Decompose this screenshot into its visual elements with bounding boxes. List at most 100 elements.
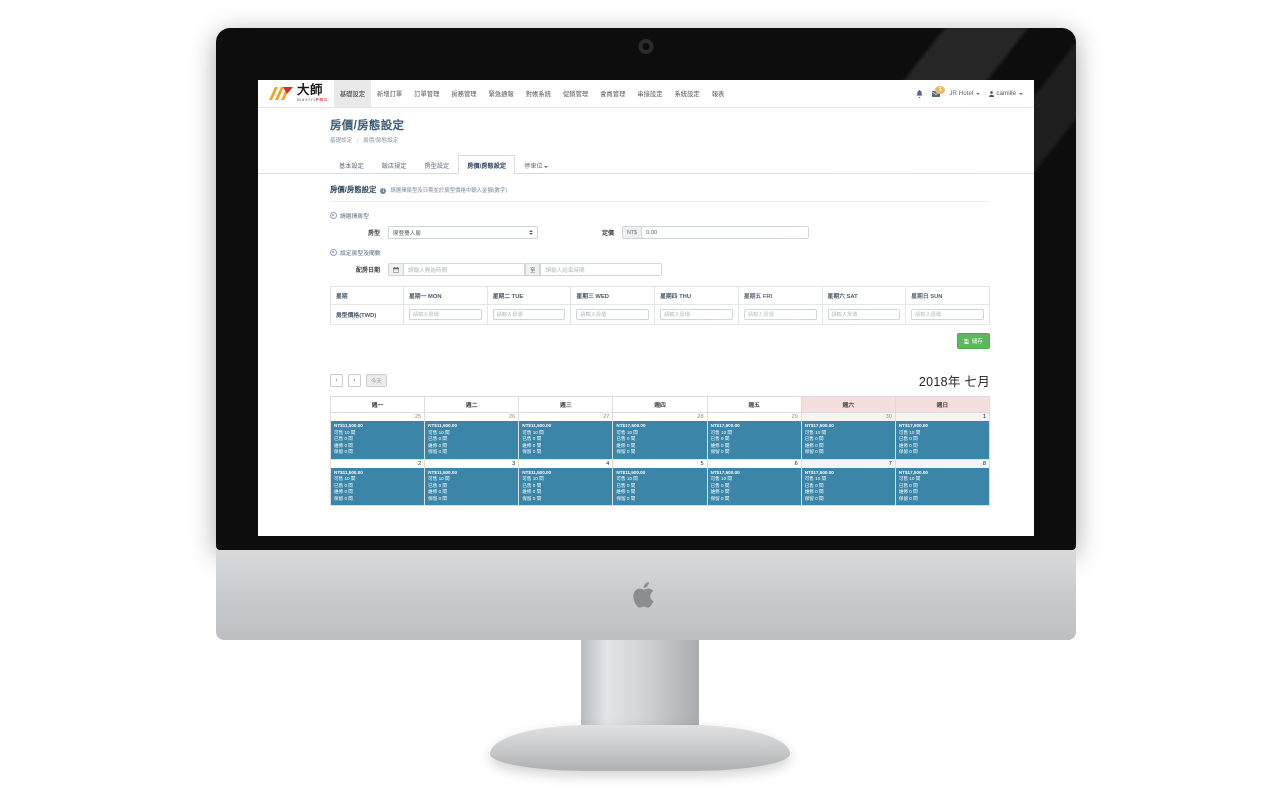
calendar-week-row: 25 NT$11,500.00 可售 10 間已售 0 間維修 0 間保留 0 間2… bbox=[329, 412, 991, 460]
cell-sat: 請輸入房價 bbox=[821, 304, 907, 325]
calendar-body: 25 NT$11,500.00 可售 10 間已售 0 間維修 0 間保留 0 間2… bbox=[329, 412, 991, 507]
calendar-rate-event[interactable]: NT$17,500.00 可售 10 間已售 0 間維修 0 間保留 0 間 bbox=[801, 421, 895, 459]
nav-item-reports[interactable]: 報表 bbox=[706, 80, 731, 107]
calendar-day-cell[interactable]: 27 NT$11,500.00 可售 10 間已售 0 間維修 0 間保留 0 間 bbox=[518, 412, 614, 460]
save-button[interactable]: 儲存 bbox=[957, 333, 990, 349]
rate-calendar: ‹ › 今天 2018年 七月 週一 週二 週三 週四 週五 週六 週日 25 … bbox=[329, 371, 991, 507]
save-button-label: 儲存 bbox=[971, 339, 983, 345]
nav-item-promotion[interactable]: 促銷管理 bbox=[557, 80, 594, 107]
event-hold: 保留 0 間 bbox=[710, 495, 730, 501]
calendar-rate-event[interactable]: NT$11,500.00 可售 10 間已售 0 間維修 0 間保留 0 間 bbox=[425, 467, 519, 506]
calendar-rate-event[interactable]: NT$17,500.00 可售 10 間已售 0 間維修 0 間保留 0 間 bbox=[801, 467, 895, 506]
calendar-day-cell[interactable]: 29 NT$17,500.00 可售 10 間已售 0 間維修 0 間保留 0 間 bbox=[706, 412, 802, 460]
col-header-tue: 星期二 TUE bbox=[486, 286, 572, 305]
event-hold: 保留 0 間 bbox=[898, 495, 918, 501]
calendar-day-cell[interactable]: 5 NT$11,500.00 可售 10 間已售 0 間維修 0 間保留 0 間 bbox=[612, 458, 708, 507]
price-input-sun[interactable]: 請輸入房價 bbox=[911, 309, 984, 320]
event-hold: 保留 0 間 bbox=[522, 495, 542, 501]
tab-roomtype-settings[interactable]: 房型設定 bbox=[416, 155, 459, 174]
webcam-icon bbox=[638, 39, 654, 54]
calendar-day-cell[interactable]: 25 NT$11,500.00 可售 10 間已售 0 間維修 0 間保留 0 間 bbox=[329, 412, 426, 460]
nav-item-new-order[interactable]: 新增訂單 bbox=[371, 80, 408, 107]
date-end-input[interactable]: 請輸入結束時間 bbox=[540, 263, 663, 276]
calendar-rate-event[interactable]: NT$17,500.00 可售 10 間已售 0 間維修 0 間保留 0 間 bbox=[707, 421, 801, 459]
calendar-day-cell[interactable]: 6 NT$17,500.00 可售 10 間已售 0 間維修 0 間保留 0 間 bbox=[706, 458, 802, 507]
calendar-rate-event[interactable]: NT$11,500.00 可售 10 間已售 0 間維修 0 間保留 0 間 bbox=[519, 421, 613, 459]
today-button[interactable]: 今天 bbox=[366, 374, 387, 387]
calendar-day-cell[interactable]: 7 NT$17,500.00 可售 10 間已售 0 間維修 0 間保留 0 間 bbox=[800, 458, 896, 507]
calendar-rate-event[interactable]: NT$11,500.00 可售 10 間已售 0 間維修 0 間保留 0 間 bbox=[613, 467, 707, 506]
price-input-fri[interactable]: 請輸入房價 bbox=[743, 309, 817, 320]
table-row: 房型價格(TWD) 請輸入房價 請輸入房價 請輸入房價 請輸入房價 請輸入房價 … bbox=[330, 304, 990, 325]
calendar-rate-event[interactable]: NT$17,500.00 可售 10 間已售 0 間維修 0 間保留 0 間 bbox=[613, 421, 707, 459]
table-header-row: 星期 星期一 MON 星期二 TUE 星期三 WED 星期四 THU 星期五 F… bbox=[330, 286, 990, 305]
price-input-wed[interactable]: 請輸入房價 bbox=[576, 309, 650, 320]
breadcrumb-parent[interactable]: 基礎設定 bbox=[330, 138, 352, 144]
chevron-right-icon[interactable]: › bbox=[348, 374, 361, 387]
brand-logo[interactable]: 大師 mastriPMS bbox=[258, 80, 334, 107]
date-start-input[interactable]: 請輸入開始時間 bbox=[403, 263, 525, 276]
calendar-day-cell[interactable]: 28 NT$17,500.00 可售 10 間已售 0 間維修 0 間保留 0 間 bbox=[612, 412, 708, 460]
chevron-down-icon bbox=[543, 166, 548, 168]
nav-item-housekeeping[interactable]: 房務管理 bbox=[445, 80, 482, 107]
page-header: 房價/房態設定 基礎設定 / 房價/房態設定 bbox=[258, 108, 1034, 149]
calendar-grid: 週一 週二 週三 週四 週五 週六 週日 25 NT$11,500.00 可售 10… bbox=[329, 396, 991, 507]
list-price-input[interactable]: 0.00 bbox=[641, 226, 810, 239]
col-header-weekday: 星期 bbox=[330, 286, 404, 305]
cell-thu: 請輸入房價 bbox=[654, 304, 739, 325]
brand-name-cn: 大師 bbox=[297, 83, 324, 98]
tab-parking[interactable]: 停車位 bbox=[515, 155, 557, 174]
calendar-day-cell[interactable]: 1 NT$17,500.00 可售 10 間已售 0 間維修 0 間保留 0 間 bbox=[894, 412, 991, 460]
imac-display-bezel: 大師 mastriPMS 基礎設定 新增訂單 訂單管理 房務管理 緊急通報 對帳… bbox=[216, 28, 1076, 550]
nav-item-basic-settings[interactable]: 基礎設定 bbox=[333, 80, 371, 107]
nav-item-reconciliation[interactable]: 對帳系統 bbox=[520, 80, 557, 107]
event-hold: 保留 0 間 bbox=[428, 449, 448, 455]
weekday-wed: 週三 bbox=[518, 396, 614, 413]
calendar-icon[interactable] bbox=[388, 263, 403, 276]
section-select-roomtype: 請選擇房型 房型 摩登雙人房 定價 NT$ 0.00 bbox=[330, 211, 990, 239]
spinner-icon bbox=[529, 230, 533, 235]
user-icon bbox=[989, 90, 995, 97]
price-input-tue[interactable]: 請輸入房價 bbox=[492, 309, 566, 320]
calendar-rate-event[interactable]: NT$17,500.00 可售 10 間已售 0 間維修 0 間保留 0 間 bbox=[895, 467, 989, 506]
calendar-rate-event[interactable]: NT$11,500.00 可售 10 間已售 0 間維修 0 間保留 0 間 bbox=[519, 467, 613, 506]
tab-hotel-rules[interactable]: 飯店規定 bbox=[373, 155, 416, 174]
hotel-selector[interactable]: JR Hotel bbox=[949, 90, 981, 97]
list-price-label: 定價 bbox=[601, 231, 614, 237]
nav-item-member[interactable]: 會員管理 bbox=[594, 80, 631, 107]
calendar-rate-event[interactable]: NT$11,500.00 可售 10 間已售 0 間維修 0 間保留 0 間 bbox=[331, 421, 425, 459]
calendar-day-number: 5 bbox=[700, 460, 704, 467]
screenshot-stage: 大師 mastriPMS 基礎設定 新增訂單 訂單管理 房務管理 緊急通報 對帳… bbox=[0, 0, 1280, 800]
calendar-rate-event[interactable]: NT$11,500.00 可售 10 間已售 0 間維修 0 間保留 0 間 bbox=[425, 421, 519, 459]
calendar-day-number: 4 bbox=[606, 460, 610, 467]
calendar-day-cell[interactable]: 8 NT$17,500.00 可售 10 間已售 0 間維修 0 間保留 0 間 bbox=[894, 458, 991, 507]
envelope-icon[interactable]: 3 bbox=[932, 85, 946, 97]
user-menu[interactable]: camille bbox=[989, 90, 1023, 97]
chevron-left-icon[interactable]: ‹ bbox=[330, 374, 343, 387]
calendar-day-cell[interactable]: 30 NT$17,500.00 可售 10 間已售 0 間維修 0 間保留 0 間 bbox=[800, 412, 896, 460]
price-input-mon[interactable]: 請輸入房價 bbox=[409, 309, 482, 320]
calendar-rate-event[interactable]: NT$11,500.00 可售 10 間已售 0 間維修 0 間保留 0 間 bbox=[331, 467, 425, 506]
hotel-name: JR Hotel bbox=[949, 90, 974, 97]
price-input-sat[interactable]: 請輸入房價 bbox=[827, 309, 901, 320]
calendar-day-cell[interactable]: 26 NT$11,500.00 可售 10 間已售 0 間維修 0 間保留 0 間 bbox=[424, 412, 520, 460]
tab-rate-status-settings[interactable]: 房價/房態設定 bbox=[458, 155, 516, 174]
nav-item-integration[interactable]: 串接設定 bbox=[631, 80, 668, 107]
tab-basic-settings[interactable]: 基本設定 bbox=[330, 155, 373, 174]
calendar-day-cell[interactable]: 4 NT$11,500.00 可售 10 間已售 0 間維修 0 間保留 0 間 bbox=[518, 458, 614, 507]
price-input-thu[interactable]: 請輸入房價 bbox=[660, 309, 733, 320]
roomtype-select[interactable]: 摩登雙人房 bbox=[388, 226, 538, 239]
cell-mon: 請輸入房價 bbox=[403, 304, 488, 325]
calendar-rate-event[interactable]: NT$17,500.00 可售 10 間已售 0 間維修 0 間保留 0 間 bbox=[895, 421, 989, 459]
nav-item-order-management[interactable]: 訂單管理 bbox=[408, 80, 445, 107]
nav-item-emergency[interactable]: 緊急通報 bbox=[483, 80, 520, 107]
bell-icon[interactable] bbox=[916, 89, 923, 98]
save-row: 儲存 bbox=[330, 333, 990, 349]
calendar-day-number: 26 bbox=[509, 414, 516, 420]
date-range-row: 配房日期 請輸入開始時間 至 請輸入結束時間 bbox=[330, 263, 990, 276]
calendar-day-cell[interactable]: 3 NT$11,500.00 可售 10 間已售 0 間維修 0 間保留 0 間 bbox=[424, 458, 520, 507]
calendar-rate-event[interactable]: NT$17,500.00 可售 10 間已售 0 間維修 0 間保留 0 間 bbox=[707, 467, 801, 506]
calendar-day-cell[interactable]: 2 NT$11,500.00 可售 10 間已售 0 間維修 0 間保留 0 間 bbox=[329, 458, 426, 507]
nav-item-system-settings[interactable]: 系統設定 bbox=[669, 80, 706, 107]
event-hold: 保留 0 間 bbox=[522, 449, 542, 455]
